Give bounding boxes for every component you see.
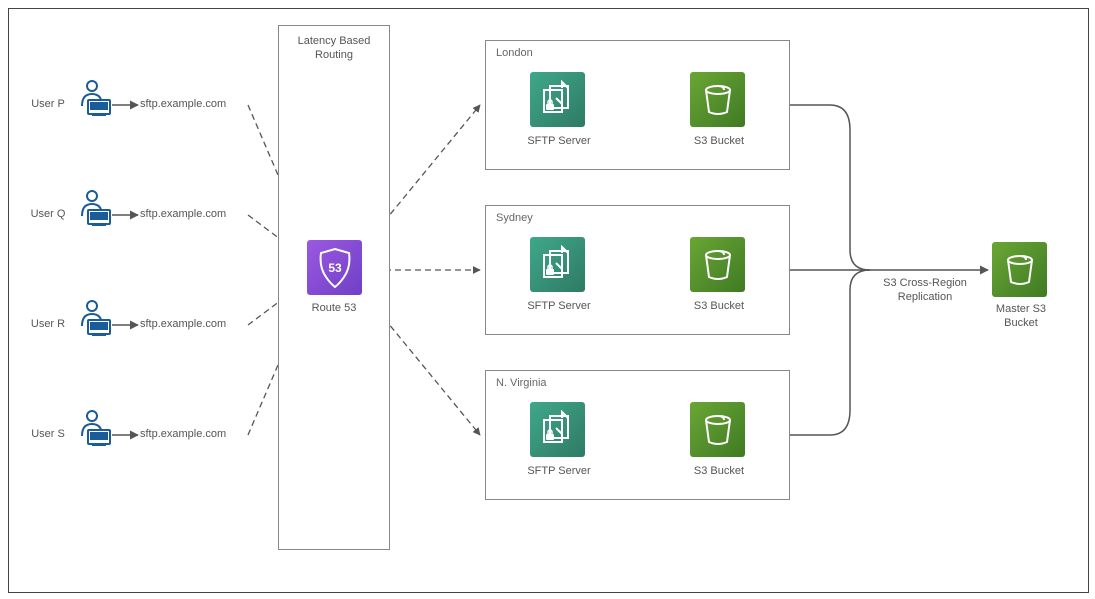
sftp-london-label: SFTP Server: [505, 135, 613, 147]
sftp-sydney-icon: [530, 237, 585, 292]
user-r-icon: [78, 298, 112, 341]
user-p-label: User P: [28, 98, 68, 110]
user-q-domain: sftp.example.com: [140, 208, 250, 220]
bucket-sydney-icon: [690, 237, 745, 292]
user-p-icon: [78, 78, 112, 121]
bucket-london-label: S3 Bucket: [665, 135, 773, 147]
region-sydney-title: Sydney: [496, 212, 533, 224]
user-p-domain: sftp.example.com: [140, 98, 250, 110]
svg-text:53: 53: [328, 261, 342, 275]
sftp-nvirginia-label: SFTP Server: [505, 465, 613, 477]
bucket-nvirginia-label: S3 Bucket: [665, 465, 773, 477]
route53-icon: 53: [307, 240, 362, 295]
user-q-icon: [78, 188, 112, 231]
sftp-london-icon: [530, 72, 585, 127]
bucket-sydney-label: S3 Bucket: [665, 300, 773, 312]
user-r-label: User R: [28, 318, 68, 330]
bucket-london-icon: [690, 72, 745, 127]
sftp-sydney-label: SFTP Server: [505, 300, 613, 312]
region-london-title: London: [496, 47, 533, 59]
user-s-icon: [78, 408, 112, 451]
replication-label: S3 Cross-Region Replication: [870, 276, 980, 305]
sftp-nvirginia-icon: [530, 402, 585, 457]
master-bucket-icon: [992, 242, 1047, 297]
routing-title: Latency Based Routing: [279, 34, 389, 63]
bucket-nvirginia-icon: [690, 402, 745, 457]
user-s-label: User S: [28, 428, 68, 440]
user-q-label: User Q: [28, 208, 68, 220]
route53-label: Route 53: [278, 302, 390, 314]
user-r-domain: sftp.example.com: [140, 318, 250, 330]
user-s-domain: sftp.example.com: [140, 428, 250, 440]
region-nvirginia-title: N. Virginia: [496, 377, 547, 389]
master-bucket-label: Master S3 Bucket: [980, 302, 1062, 331]
